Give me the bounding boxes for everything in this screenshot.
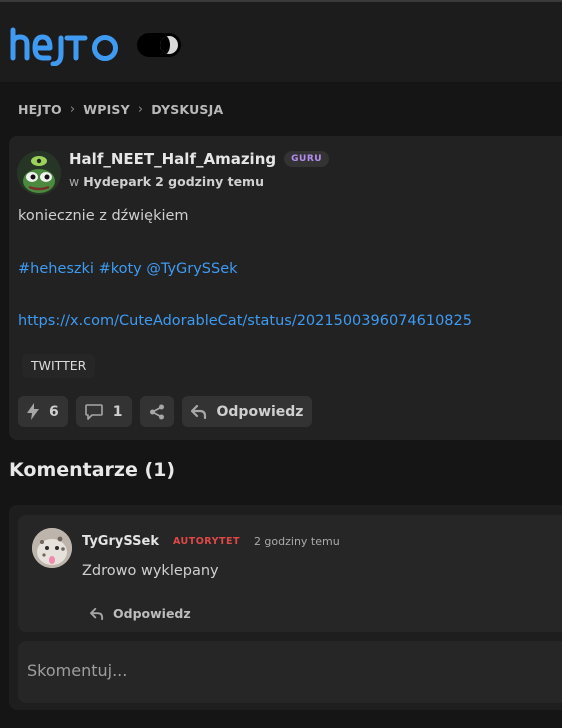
breadcrumb-item-wpisy[interactable]: WPISY: [83, 102, 130, 117]
reply-icon: [90, 607, 104, 620]
post-tags[interactable]: #heheszki #koty @TyGrySSek: [18, 261, 238, 277]
chevron-right-icon: ›: [69, 101, 76, 117]
comment-count: 1: [112, 403, 123, 420]
cat-avatar-image: [32, 528, 72, 568]
breadcrumb-item-hejto[interactable]: HEJTO: [18, 102, 62, 117]
like-button[interactable]: 6: [18, 396, 68, 427]
comment-input[interactable]: Skomentuj...: [18, 641, 562, 703]
post-text: koniecznie z dźwiękiem: [18, 208, 189, 224]
post-time: 2 godziny temu: [155, 174, 264, 189]
commenter-name[interactable]: TyGrySSek: [82, 534, 159, 549]
like-count: 6: [49, 403, 59, 420]
reply-label: Odpowiedz: [216, 403, 304, 420]
comments-heading: Komentarze (1): [9, 459, 176, 481]
comment-item: TyGrySSek AUTORYTET 2 godziny temu Zdrow…: [18, 515, 562, 632]
post-author-name[interactable]: Half_NEET_Half_Amazing: [69, 150, 276, 168]
pepe-avatar-image: [17, 151, 61, 195]
post-meta: w Hydepark 2 godziny temu: [69, 174, 264, 189]
top-bar: [0, 2, 562, 83]
post-author-row: Half_NEET_Half_Amazing GURU: [69, 150, 330, 168]
dark-mode-toggle[interactable]: [137, 33, 181, 57]
chevron-right-icon: ›: [137, 101, 144, 117]
comment-icon: [84, 403, 103, 420]
comment-time: 2 godziny temu: [253, 535, 340, 548]
comments-section: TyGrySSek AUTORYTET 2 godziny temu Zdrow…: [9, 505, 562, 710]
author-avatar[interactable]: [17, 151, 61, 195]
post-external-link[interactable]: https://x.com/CuteAdorableCat/status/202…: [18, 313, 472, 329]
breadcrumb: HEJTO › WPISY › DYSKUSJA: [18, 100, 223, 118]
comments-button[interactable]: 1: [75, 396, 132, 427]
comment-header: TyGrySSek AUTORYTET 2 godziny temu: [82, 534, 340, 549]
meta-prefix: w: [69, 174, 80, 189]
comment-reply-button[interactable]: Odpowiedz: [90, 606, 191, 621]
twitter-embed-label[interactable]: TWITTER: [22, 354, 96, 378]
reply-icon: [190, 404, 206, 419]
breadcrumb-item-dyskusja[interactable]: DYSKUSJA: [151, 102, 223, 117]
hejto-logo[interactable]: [9, 24, 123, 66]
share-button[interactable]: [139, 396, 174, 427]
comment-input-placeholder: Skomentuj...: [27, 661, 128, 680]
post-card: Half_NEET_Half_Amazing GURU w Hydepark 2…: [9, 136, 562, 440]
community-link[interactable]: Hydepark: [83, 174, 151, 189]
comment-reply-label: Odpowiedz: [113, 606, 191, 621]
comment-text: Zdrowo wyklepany: [82, 563, 219, 579]
moon-icon: [160, 36, 178, 54]
author-rank-badge: GURU: [284, 151, 330, 167]
share-icon: [149, 404, 164, 419]
lightning-icon: [27, 403, 39, 420]
post-actions: 6 1 Odpowiedz: [18, 396, 313, 427]
reply-button[interactable]: Odpowiedz: [181, 396, 313, 427]
commenter-avatar[interactable]: [32, 528, 72, 568]
commenter-rank-badge: AUTORYTET: [172, 536, 240, 547]
